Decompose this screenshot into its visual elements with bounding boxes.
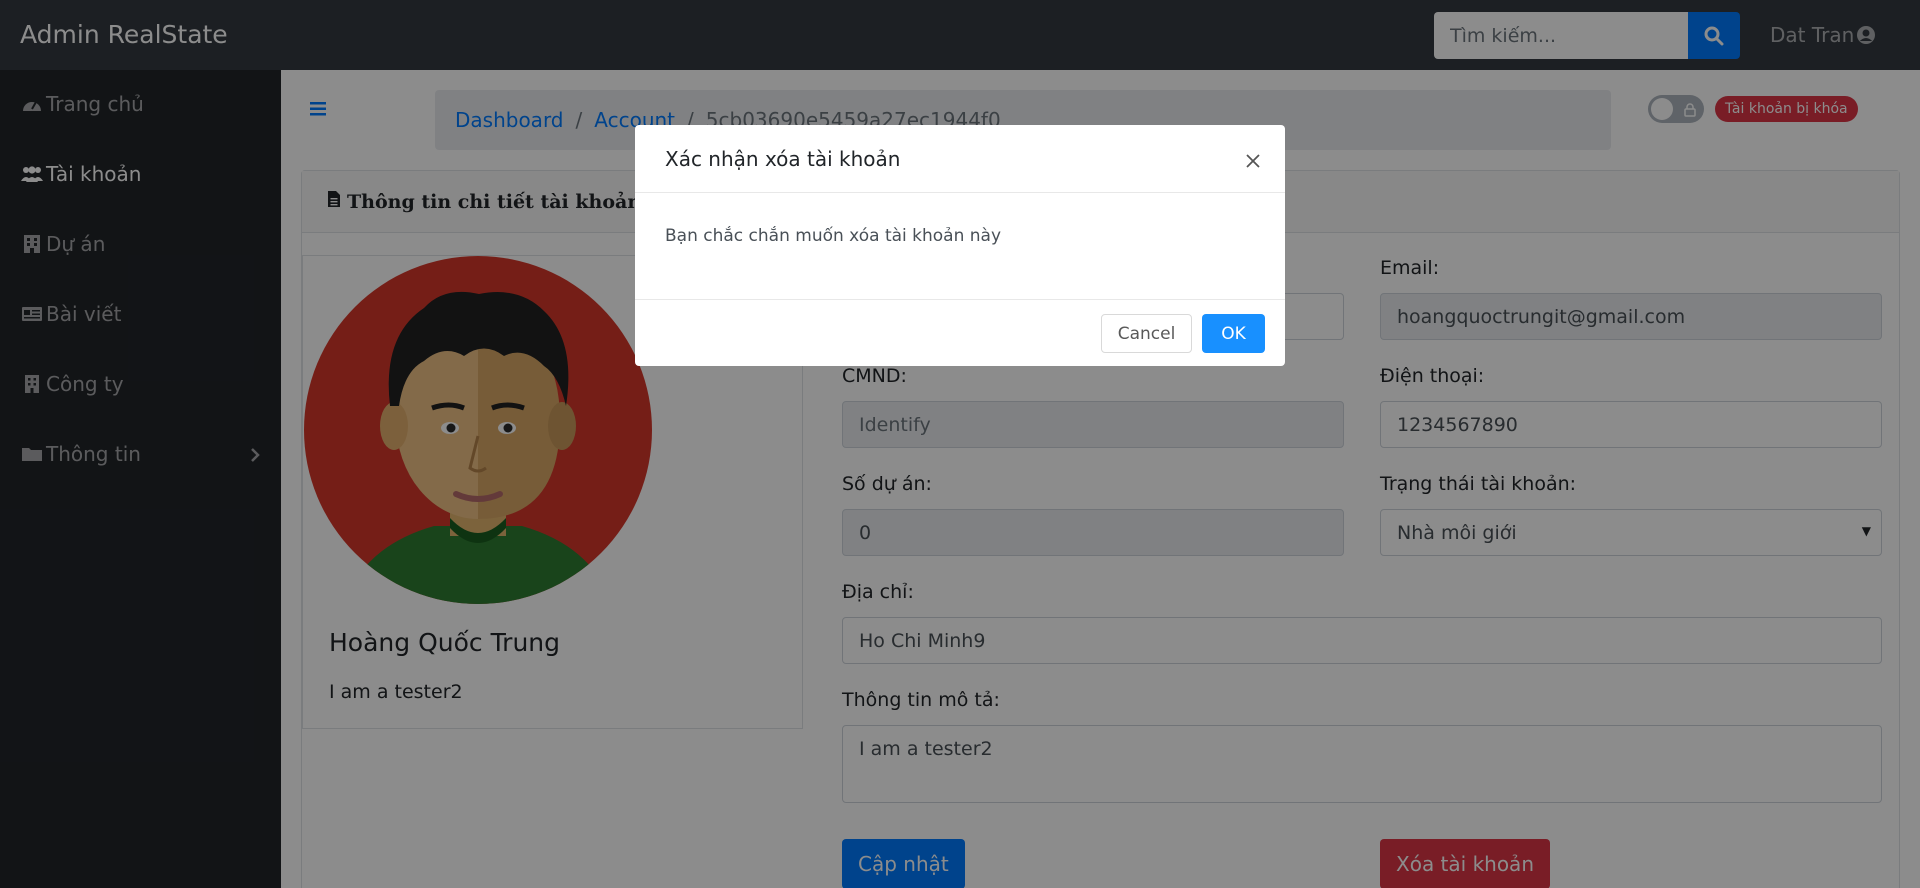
confirm-delete-modal: Xác nhận xóa tài khoản Bạn chắc chắn muố… [635,125,1285,366]
modal-divider [635,192,1285,193]
cancel-button[interactable]: Cancel [1101,314,1192,353]
modal-divider [635,299,1285,300]
ok-button[interactable]: OK [1202,314,1265,353]
modal-body: Bạn chắc chắn muốn xóa tài khoản này [665,226,1002,246]
close-icon[interactable] [1245,153,1261,169]
modal-title: Xác nhận xóa tài khoản [665,147,901,171]
